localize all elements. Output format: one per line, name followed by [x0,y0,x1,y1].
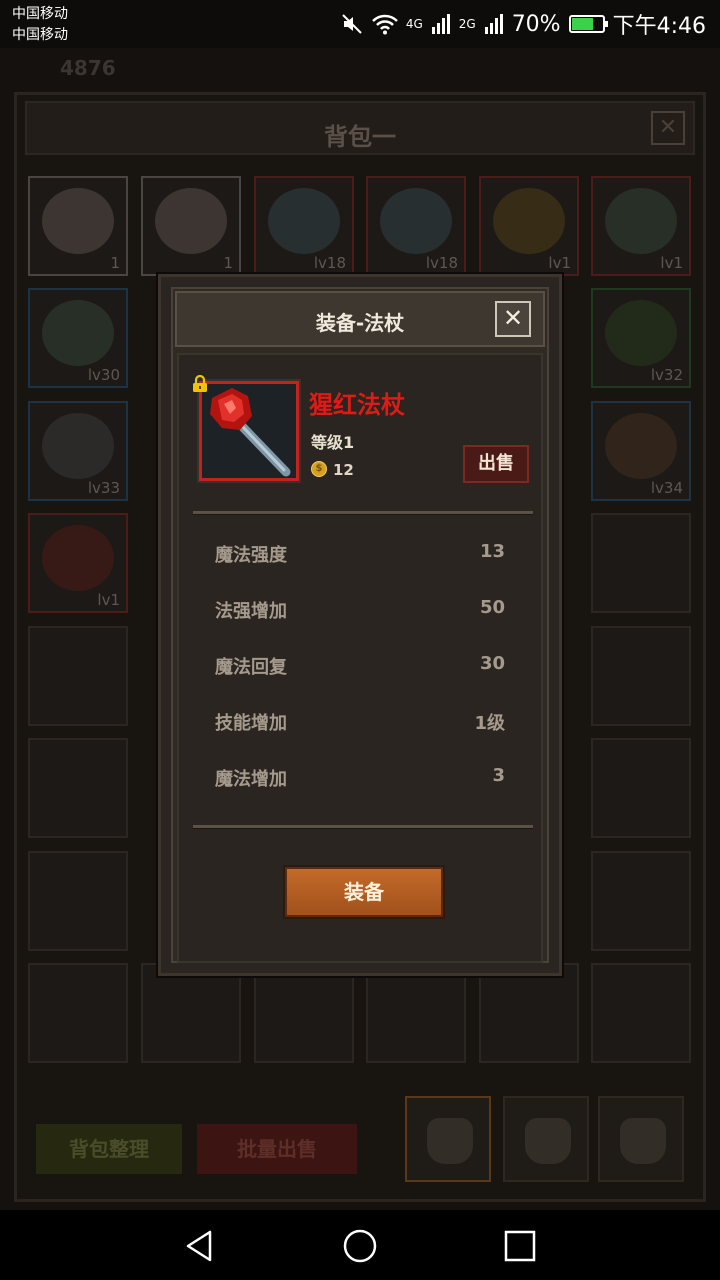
battery-percent: 70% [511,11,561,37]
slot-level: lv1 [660,254,683,272]
home-icon[interactable] [340,1226,380,1266]
recents-icon[interactable] [500,1226,540,1266]
slot-level: lv33 [87,479,120,497]
dialog-header: 装备-法杖 ✕ [175,291,545,347]
divider [193,511,533,514]
bag-slot[interactable]: 1 [141,176,241,276]
slot-level: lv32 [650,366,683,384]
stat-label: 魔法强度 [215,545,287,566]
stat-row: 技能增加 1级 [215,709,505,739]
status-indicators: 4G 2G 70% 下午4:46 [340,8,706,40]
stat-value: 1级 [474,713,505,734]
bag-title: 背包一 [324,123,396,151]
network-label-2: 2G [458,17,476,31]
item-price: 12 [333,461,354,479]
coin-icon: $ [311,461,327,477]
item-name: 猩红法杖 [309,391,405,419]
wifi-icon [371,14,398,35]
equip-button[interactable]: 装备 [285,867,443,917]
hud-gem-count: 4876 [60,56,116,80]
bag-slot-empty[interactable] [591,513,691,613]
pouch-icon [427,1118,473,1164]
bag-slot[interactable]: lv30 [28,288,128,388]
item-icon [199,381,299,481]
slot-level: 1 [223,254,233,272]
bag-slot-empty[interactable] [28,738,128,838]
bag-slot[interactable]: lv33 [28,401,128,501]
bag-title-bar: 背包一 ✕ [25,101,695,155]
pouch-icon [620,1118,666,1164]
lock-icon [193,375,207,392]
stat-row: 魔法回复 30 [215,653,505,683]
bag-slot-empty[interactable] [28,851,128,951]
network-label-1: 4G [405,17,423,31]
stat-value: 3 [492,765,505,786]
bag-slot[interactable]: lv18 [254,176,354,276]
bag-tab-3[interactable] [598,1096,684,1182]
bag-slot-empty[interactable] [28,626,128,726]
bag-slot[interactable]: 1 [28,176,128,276]
bulk-sell-button[interactable]: 批量出售 [197,1124,357,1174]
equipment-dialog: 装备-法杖 ✕ 猩红法杖 等级1 $ 12 出售 魔法强度 13 法强增加 50… [158,274,562,976]
stat-value: 30 [479,653,505,674]
dialog-title: 装备-法杖 [315,311,405,335]
bag-slot[interactable]: lv1 [591,176,691,276]
bag-tab-1[interactable] [405,1096,491,1182]
stat-row: 魔法增加 3 [215,765,505,795]
bag-slot-empty[interactable] [366,963,466,1063]
carrier-1: 中国移动 [12,6,68,22]
dialog-content: 猩红法杖 等级1 $ 12 出售 魔法强度 13 法强增加 50 魔法回复 30… [177,353,543,963]
stat-row: 魔法强度 13 [215,541,505,571]
stat-row: 法强增加 50 [215,597,505,627]
stat-label: 魔法回复 [215,657,287,678]
mute-icon [342,14,362,34]
staff-icon [202,384,296,478]
bag-slot-empty[interactable] [141,963,241,1063]
bag-slot-empty[interactable] [591,738,691,838]
slot-level: lv30 [87,366,120,384]
slot-level: lv34 [650,479,683,497]
navigation-bar [0,1210,720,1280]
status-bar: 中国移动 中国移动 4G 2G 70% 下午4:46 [0,0,720,48]
back-icon[interactable] [180,1226,220,1266]
slot-level: 1 [110,254,120,272]
bag-slot-empty[interactable] [591,851,691,951]
stat-value: 50 [479,597,505,618]
dialog-close-button[interactable]: ✕ [495,301,531,337]
bag-slot[interactable]: lv1 [479,176,579,276]
signal-icon-1 [431,14,450,34]
stat-label: 魔法增加 [215,769,287,790]
bag-slot[interactable]: lv1 [28,513,128,613]
bag-slot-empty[interactable] [591,963,691,1063]
slot-level: lv1 [97,591,120,609]
slot-level: lv1 [548,254,571,272]
bag-slot[interactable]: lv34 [591,401,691,501]
bag-close-button[interactable]: ✕ [651,111,685,145]
signal-icon-2 [484,14,503,34]
stat-label: 法强增加 [215,601,287,622]
sort-bag-button[interactable]: 背包整理 [36,1124,182,1174]
item-level: 等级1 [311,433,355,452]
bag-slot-empty[interactable] [591,626,691,726]
sell-button[interactable]: 出售 [463,445,529,483]
divider [193,825,533,828]
bag-slot-empty[interactable] [28,963,128,1063]
bag-tab-2[interactable] [503,1096,589,1182]
slot-level: lv18 [313,254,346,272]
clock: 下午4:46 [612,14,706,39]
stat-label: 技能增加 [215,713,287,734]
bag-slot[interactable]: lv32 [591,288,691,388]
bag-slot-empty[interactable] [479,963,579,1063]
bag-slot[interactable]: lv18 [366,176,466,276]
pouch-icon [525,1118,571,1164]
slot-level: lv18 [425,254,458,272]
battery-icon [568,15,608,33]
bag-slot-empty[interactable] [254,963,354,1063]
stat-value: 13 [479,541,505,562]
carrier-2: 中国移动 [12,27,68,43]
